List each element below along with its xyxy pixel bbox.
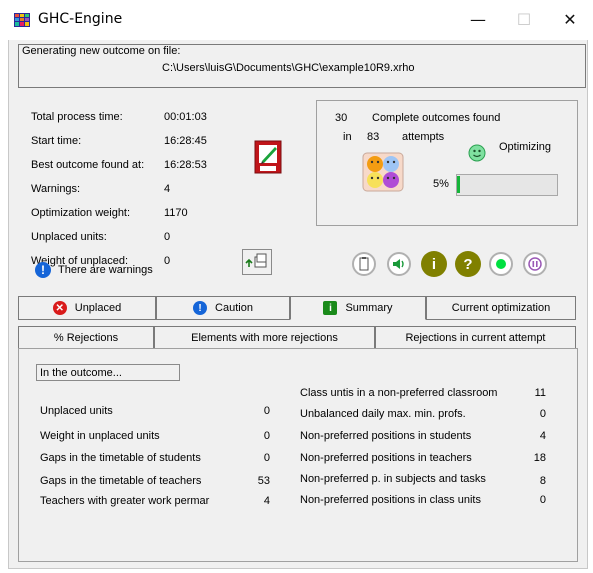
- tab-rejections-current-attempt-label: Rejections in current attempt: [405, 332, 546, 344]
- stat-label: Non-preferred positions in teachers: [300, 452, 472, 464]
- record-button[interactable]: [489, 252, 513, 276]
- app-icon: [14, 13, 30, 27]
- tab-rejections[interactable]: % Rejections: [18, 326, 154, 350]
- tab-summary[interactable]: i Summary: [290, 296, 426, 320]
- help-button[interactable]: ?: [455, 251, 481, 277]
- unplaced-units-value: 0: [164, 231, 171, 243]
- tab-rejections-label: % Rejections: [53, 332, 119, 344]
- tab-elements-more-rejections[interactable]: Elements with more rejections: [154, 326, 375, 350]
- tab-caution[interactable]: ! Caution: [156, 296, 290, 320]
- stat-label: Non-preferred positions in students: [300, 430, 472, 442]
- close-button[interactable]: ✕: [547, 4, 593, 36]
- stat-label: Weight in unplaced units: [40, 430, 160, 442]
- stat-label: Unbalanced daily max. min. profs.: [300, 408, 466, 420]
- minimize-button[interactable]: —: [455, 4, 501, 36]
- info-button[interactable]: i: [421, 251, 447, 277]
- tab-unplaced-label: Unplaced: [74, 302, 122, 314]
- progress-fill: [457, 176, 460, 193]
- optimizing-label: Optimizing: [499, 141, 551, 153]
- outcomes-faces-icon: [362, 152, 404, 192]
- exclamation-icon: !: [193, 301, 208, 315]
- in-label: in: [343, 131, 352, 143]
- edit-outcome-button[interactable]: [254, 139, 282, 175]
- tab-caution-label: Caution: [215, 302, 253, 314]
- file-label: Generating new outcome on file:: [22, 45, 181, 57]
- unplaced-units-label: Unplaced units:: [31, 231, 107, 243]
- attempts-label: attempts: [402, 131, 445, 143]
- sound-button[interactable]: [387, 252, 411, 276]
- tab-rejections-current-attempt[interactable]: Rejections in current attempt: [375, 326, 576, 350]
- stat-label: Gaps in the timetable of students: [40, 452, 201, 464]
- start-time-value: 16:28:45: [164, 135, 207, 147]
- pause-button[interactable]: [523, 252, 547, 276]
- info-icon: i: [323, 301, 338, 315]
- stat-value: 4: [263, 495, 270, 507]
- warnings-label: Warnings:: [31, 183, 81, 195]
- stat-label: Unplaced units: [40, 405, 113, 417]
- stat-label: Teachers with greater work permar: [40, 495, 210, 507]
- stat-value: 0: [539, 408, 546, 420]
- file-path: C:\Users\luisG\Documents\GHC\example10R9…: [162, 62, 415, 74]
- stat-label: Non-preferred positions in class units: [300, 494, 481, 506]
- clipboard-button[interactable]: [352, 252, 376, 276]
- stat-label: Non-preferred p. in subjects and tasks: [300, 473, 486, 485]
- progress-label: 5%: [433, 178, 449, 190]
- complete-label: Complete outcomes found: [372, 112, 501, 124]
- attempts-count: 83: [367, 131, 380, 143]
- window-title: GHC-Engine: [38, 11, 123, 27]
- optimization-weight-value: 1170: [164, 207, 188, 219]
- tab-summary-label: Summary: [345, 302, 393, 314]
- optimizing-smiley-icon: [468, 144, 486, 162]
- maximize-button[interactable]: ☐: [501, 4, 547, 36]
- optimization-weight-label: Optimization weight:: [31, 207, 131, 219]
- total-process-time-label: Total process time:: [31, 111, 123, 123]
- weight-unplaced-value: 0: [164, 255, 171, 267]
- outcome-heading: In the outcome...: [36, 364, 180, 381]
- best-outcome-value: 16:28:53: [164, 159, 207, 171]
- stat-label: Class untis in a non-preferred classroom: [300, 387, 498, 399]
- tab-current-optimization[interactable]: Current optimization: [426, 296, 576, 320]
- stat-value: 0: [539, 494, 546, 506]
- stat-value: 53: [257, 475, 270, 487]
- stat-value: 11: [534, 387, 546, 399]
- warnings-value: 4: [164, 183, 171, 195]
- stat-value: 0: [263, 452, 270, 464]
- export-button[interactable]: [242, 249, 272, 275]
- stat-value: 0: [263, 430, 270, 442]
- tab-unplaced[interactable]: ✕ Unplaced: [18, 296, 156, 320]
- stat-value: 4: [539, 430, 546, 442]
- x-icon: ✕: [52, 301, 67, 315]
- stat-label: Gaps in the timetable of teachers: [40, 475, 202, 487]
- tab-elements-more-rejections-label: Elements with more rejections: [191, 332, 338, 344]
- stat-value: 8: [539, 475, 546, 487]
- warning-info-icon: !: [35, 262, 51, 278]
- stat-value: 0: [263, 405, 270, 417]
- warning-message: There are warnings: [58, 264, 153, 276]
- best-outcome-label: Best outcome found at:: [31, 159, 145, 171]
- tab-current-optimization-label: Current optimization: [451, 302, 551, 314]
- stat-value: 18: [533, 452, 546, 464]
- total-process-time-value: 00:01:03: [164, 111, 207, 123]
- start-time-label: Start time:: [31, 135, 82, 147]
- progress-bar: [456, 174, 558, 196]
- complete-count: 30: [335, 112, 348, 124]
